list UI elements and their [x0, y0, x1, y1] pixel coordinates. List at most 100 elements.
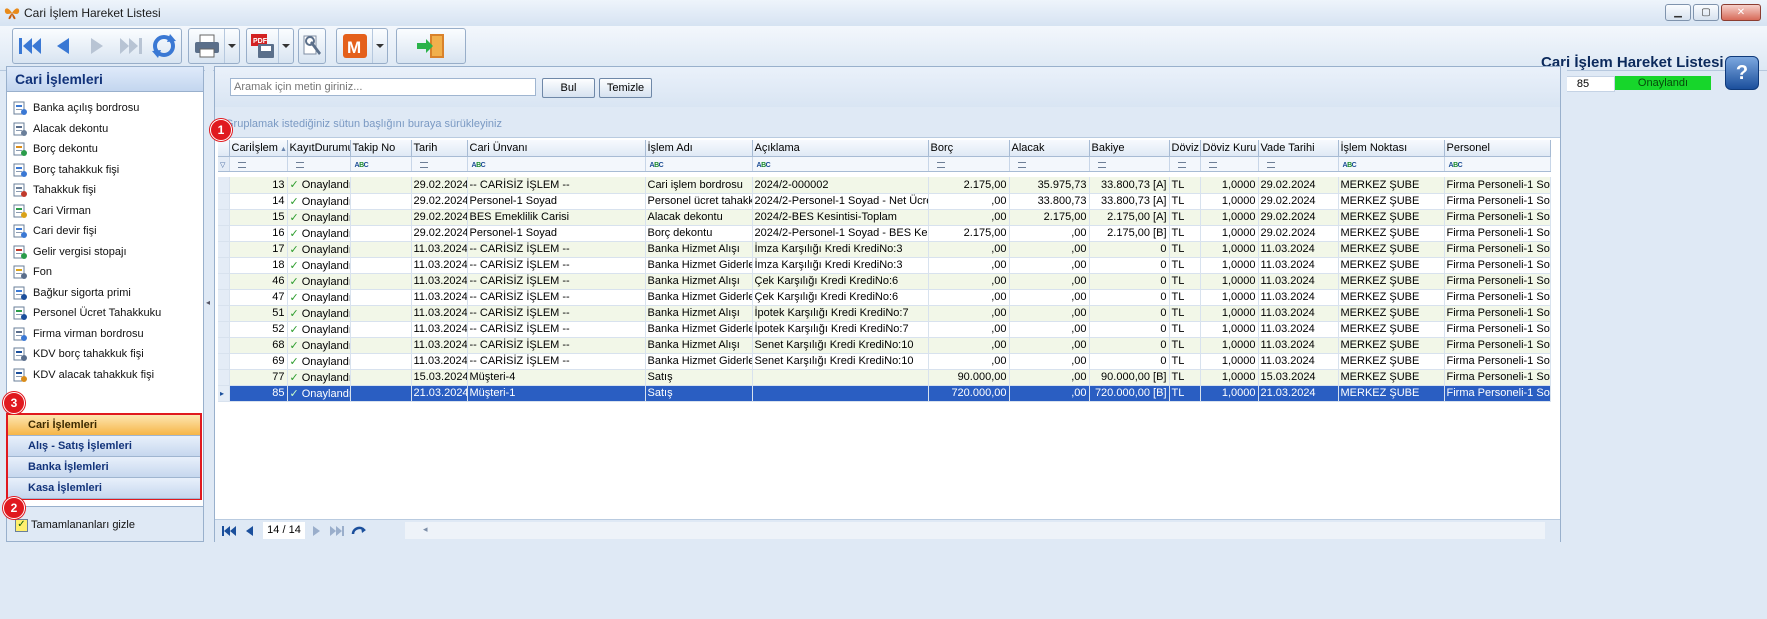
column-header[interactable]: Alacak — [1009, 140, 1090, 157]
table-cell[interactable]: 17 — [229, 241, 288, 258]
table-cell[interactable]: Firma Personeli-1 Soyad — [1444, 337, 1551, 354]
sidebar-item[interactable]: Bağkur sigorta primi — [7, 283, 203, 304]
table-cell[interactable]: 15.03.2024 — [411, 369, 468, 386]
table-cell[interactable]: TL — [1169, 241, 1201, 258]
table-cell[interactable]: MERKEZ ŞUBE — [1338, 177, 1445, 194]
table-cell[interactable]: 29.02.2024 — [411, 193, 468, 210]
row-indicator[interactable] — [218, 177, 230, 194]
table-cell[interactable]: 11.03.2024 — [1258, 273, 1339, 290]
table-cell[interactable]: 720.000,00 [B] — [1089, 385, 1170, 402]
row-indicator[interactable] — [218, 369, 230, 386]
table-cell[interactable]: 52 — [229, 321, 288, 338]
table-cell[interactable]: ✓ Onaylandı — [287, 209, 351, 226]
row-indicator[interactable] — [218, 321, 230, 338]
table-row[interactable]: 69 ✓ Onaylandı 11.03.2024 -- CARİSİZ İŞLEM -… — [218, 353, 1551, 370]
table-cell[interactable]: İmza Karşılığı Kredi KrediNo:3 — [752, 257, 929, 274]
table-cell[interactable]: ✓ Onaylandı — [287, 193, 351, 210]
table-cell[interactable]: ✓ Onaylandı — [287, 305, 351, 322]
table-cell[interactable]: 1,0000 — [1200, 353, 1259, 370]
table-cell[interactable]: 47 — [229, 289, 288, 306]
table-cell[interactable]: Çek Karşılığı Kredi KrediNo:6 — [752, 289, 929, 306]
table-cell[interactable]: ,00 — [1009, 353, 1090, 370]
table-cell[interactable]: ,00 — [928, 257, 1010, 274]
table-cell[interactable]: Çek Karşılığı Kredi KrediNo:6 — [752, 273, 929, 290]
table-row[interactable]: 18 ✓ Onaylandı 11.03.2024 -- CARİSİZ İŞLEM -… — [218, 257, 1551, 274]
row-indicator[interactable]: ▸ — [218, 385, 230, 402]
table-cell[interactable]: 1,0000 — [1200, 289, 1259, 306]
table-row[interactable]: 13 ✓ Onaylandı 29.02.2024 -- CARİSİZ İŞLEM -… — [218, 177, 1551, 194]
table-cell[interactable]: 2024/2-Personel-1 Soyad - Net Ücretler T… — [752, 193, 929, 210]
column-header[interactable]: İşlem Noktası — [1338, 140, 1445, 157]
table-cell[interactable]: 16 — [229, 225, 288, 242]
maximize-button[interactable]: ▢ — [1693, 4, 1719, 21]
table-row[interactable]: ▸ 85 ✓ Onaylandı 21.03.2024 Müşteri-1 Satış 720… — [218, 385, 1551, 402]
sidebar-item[interactable]: Cari devir fişi — [7, 221, 203, 242]
table-cell[interactable]: Banka Hizmet Alışı — [645, 305, 753, 322]
table-cell[interactable]: 0 — [1089, 257, 1170, 274]
table-cell[interactable]: TL — [1169, 321, 1201, 338]
table-cell[interactable]: -- CARİSİZ İŞLEM -- — [467, 177, 646, 194]
table-cell[interactable]: ,00 — [1009, 305, 1090, 322]
table-cell[interactable]: Satış — [645, 369, 753, 386]
column-filter[interactable]: ABC — [467, 156, 646, 172]
table-cell[interactable]: MERKEZ ŞUBE — [1338, 369, 1445, 386]
column-filter[interactable]: ABC — [645, 156, 753, 172]
table-cell[interactable]: -- CARİSİZ İŞLEM -- — [467, 305, 646, 322]
table-cell[interactable]: Satış — [645, 385, 753, 402]
hide-completed-checkbox[interactable]: ✓ — [15, 519, 28, 532]
column-filter[interactable] — [229, 156, 288, 172]
table-cell[interactable]: 1,0000 — [1200, 257, 1259, 274]
sidebar-item[interactable]: KDV alacak tahakkuk fişi — [7, 365, 203, 386]
column-filter[interactable] — [1258, 156, 1339, 172]
table-cell[interactable]: 1,0000 — [1200, 321, 1259, 338]
table-cell[interactable]: -- CARİSİZ İŞLEM -- — [467, 321, 646, 338]
table-cell[interactable]: ✓ Onaylandı — [287, 369, 351, 386]
table-cell[interactable]: ,00 — [1009, 273, 1090, 290]
table-cell[interactable]: ✓ Onaylandı — [287, 273, 351, 290]
table-cell[interactable]: 29.02.2024 — [411, 177, 468, 194]
minimize-button[interactable]: ▁ — [1665, 4, 1691, 21]
table-cell[interactable]: 21.03.2024 — [411, 385, 468, 402]
table-cell[interactable]: 15 — [229, 209, 288, 226]
table-cell[interactable]: ,00 — [928, 241, 1010, 258]
table-cell[interactable]: Firma Personeli-1 Soyad — [1444, 257, 1551, 274]
previous-record-button[interactable] — [47, 29, 81, 63]
table-cell[interactable]: 11.03.2024 — [1258, 257, 1339, 274]
m-module-button[interactable]: M — [337, 29, 372, 63]
column-filter[interactable] — [1009, 156, 1090, 172]
table-row[interactable]: 47 ✓ Onaylandı 11.03.2024 -- CARİSİZ İŞLEM -… — [218, 289, 1551, 306]
table-cell[interactable]: 1,0000 — [1200, 225, 1259, 242]
m-module-dropdown[interactable] — [372, 29, 387, 63]
table-cell[interactable]: 11.03.2024 — [411, 353, 468, 370]
table-cell[interactable]: 18 — [229, 257, 288, 274]
table-cell[interactable]: 11.03.2024 — [411, 257, 468, 274]
table-cell[interactable]: ✓ Onaylandı — [287, 177, 351, 194]
clear-button[interactable]: Temizle — [599, 78, 652, 98]
table-cell[interactable]: 69 — [229, 353, 288, 370]
sidebar-item[interactable]: KDV borç tahakkuk fişi — [7, 344, 203, 365]
table-cell[interactable]: 1,0000 — [1200, 273, 1259, 290]
table-cell[interactable] — [350, 321, 412, 338]
nav-last-button[interactable] — [329, 523, 345, 539]
table-row[interactable]: 46 ✓ Onaylandı 11.03.2024 -- CARİSİZ İŞLEM -… — [218, 273, 1551, 290]
table-cell[interactable]: ,00 — [928, 209, 1010, 226]
filter-indicator[interactable]: ▽ — [218, 156, 230, 172]
nav-next-button[interactable] — [309, 523, 325, 539]
table-cell[interactable]: Personel-1 Soyad — [467, 193, 646, 210]
panel-splitter[interactable]: ◂ — [205, 66, 213, 542]
table-cell[interactable]: 1,0000 — [1200, 369, 1259, 386]
sidebar-item[interactable]: Firma virman bordrosu — [7, 324, 203, 345]
table-cell[interactable]: Müşteri-4 — [467, 369, 646, 386]
sidebar-item[interactable]: Gelir vergisi stopajı — [7, 242, 203, 263]
scroll-left-icon[interactable]: ◂ — [423, 524, 428, 535]
table-cell[interactable]: 11.03.2024 — [411, 305, 468, 322]
table-cell[interactable]: TL — [1169, 257, 1201, 274]
table-cell[interactable]: 68 — [229, 337, 288, 354]
column-header[interactable]: Döviz Kuru — [1200, 140, 1259, 157]
table-cell[interactable]: TL — [1169, 289, 1201, 306]
sidebar-item[interactable]: Alacak dekontu — [7, 119, 203, 140]
table-cell[interactable]: TL — [1169, 273, 1201, 290]
column-header[interactable]: Tarih — [411, 140, 468, 157]
table-cell[interactable]: Banka Hizmet Alışı — [645, 337, 753, 354]
row-indicator[interactable] — [218, 289, 230, 306]
